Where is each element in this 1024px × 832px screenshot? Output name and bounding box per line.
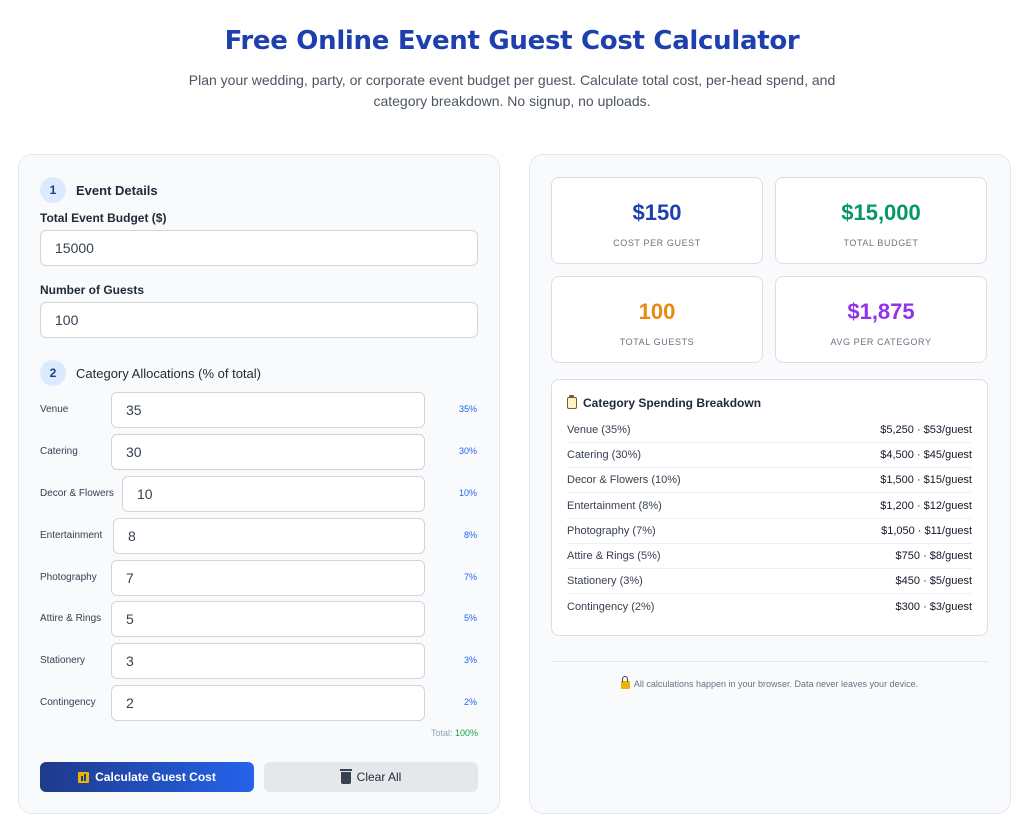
breakdown-row-amount: $1,500 · $15/guest [880, 474, 972, 486]
breakdown-row-amount: $1,050 · $11/guest [881, 525, 972, 537]
breakdown-row-name: Decor & Flowers (10%) [567, 474, 681, 486]
step-2-label: Category Allocations (% of total) [76, 366, 261, 381]
breakdown-row-amount: $750 · $8/guest [895, 550, 972, 562]
clipboard-icon [567, 395, 577, 409]
calculate-button[interactable]: Calculate Guest Cost [40, 762, 254, 792]
breakdown-row-name: Stationery (3%) [567, 575, 643, 587]
clear-all-button[interactable]: Clear All [264, 762, 478, 792]
category-label-decor: Decor & Flowers [40, 488, 114, 499]
budget-label: Total Event Budget ($) [40, 211, 167, 225]
category-label-catering: Catering [40, 446, 78, 457]
category-input-photography[interactable]: 7 [111, 560, 425, 596]
total-budget-card: $15,000 TOTAL BUDGET [775, 177, 987, 264]
guests-label: Number of Guests [40, 283, 145, 297]
category-label-stationery: Stationery [40, 655, 86, 666]
category-label-attire: Attire & Rings [40, 613, 102, 624]
category-label-contingency: Contingency [40, 697, 96, 708]
breakdown-row-amount: $450 · $5/guest [895, 575, 972, 587]
avg-per-category-card: $1,875 AVG PER CATEGORY [775, 276, 987, 363]
allocation-total: Total: 100% [378, 728, 478, 738]
total-guests-card: 100 TOTAL GUESTS [551, 276, 763, 363]
category-pct-entertainment: 8% [463, 530, 477, 540]
category-pct-stationery: 3% [463, 655, 477, 665]
category-input-decor[interactable]: 10 [122, 476, 425, 512]
breakdown-row-name: Attire & Rings (5%) [567, 550, 661, 562]
cost-per-guest-card: $150 COST PER GUEST [551, 177, 763, 264]
breakdown-row: Catering (30%) $4,500 · $45/guest [567, 443, 972, 468]
category-pct-catering: 30% [458, 446, 477, 456]
total-budget-value: $15,000 [841, 200, 921, 225]
breakdown-row: Attire & Rings (5%) $750 · $8/guest [567, 544, 972, 569]
bar-chart-icon [78, 771, 90, 783]
budget-input[interactable]: 15000 [40, 230, 478, 266]
calculate-button-label: Calculate Guest Cost [95, 770, 216, 784]
breakdown-row-amount: $1,200 · $12/guest [880, 500, 972, 512]
category-label-entertainment: Entertainment [40, 530, 103, 541]
total-guests-label: TOTAL GUESTS [619, 337, 695, 347]
category-label-photography: Photography [40, 572, 97, 583]
allocation-total-prefix: Total: [430, 728, 453, 738]
avg-per-category-label: AVG PER CATEGORY [830, 337, 932, 347]
breakdown-row-name: Photography (7%) [567, 525, 656, 537]
breakdown-row: Contingency (2%) $300 · $3/guest [567, 594, 972, 619]
cost-per-guest-label: COST PER GUEST [613, 238, 701, 248]
step-2-badge: 2 [40, 360, 66, 386]
category-pct-photography: 7% [463, 572, 477, 582]
clear-all-button-label: Clear All [356, 770, 402, 784]
category-pct-attire: 5% [463, 613, 477, 623]
step-1-label: Event Details [76, 183, 158, 198]
category-pct-contingency: 2% [463, 697, 477, 707]
total-guests-value: 100 [638, 299, 676, 324]
breakdown-title: Category Spending Breakdown [567, 395, 762, 410]
privacy-note-text: All calculations happen in your browser.… [633, 678, 919, 689]
lock-icon [620, 676, 630, 689]
category-input-stationery[interactable]: 3 [111, 643, 425, 679]
trash-icon [339, 769, 352, 784]
category-label-venue: Venue [40, 404, 69, 415]
category-input-catering[interactable]: 30 [111, 434, 425, 470]
category-pct-venue: 35% [458, 404, 477, 414]
category-breakdown-card: Category Spending Breakdown Venue (35%) … [551, 379, 988, 636]
breakdown-title-text: Category Spending Breakdown [583, 396, 762, 410]
page-title: Free Online Event Guest Cost Calculator [224, 26, 800, 56]
breakdown-row-name: Catering (30%) [567, 449, 641, 461]
breakdown-row-amount: $300 · $3/guest [895, 600, 972, 613]
guests-input[interactable]: 100 [40, 302, 478, 338]
category-input-venue[interactable]: 35 [111, 392, 425, 428]
cost-per-guest-value: $150 [632, 200, 682, 225]
category-pct-decor: 10% [458, 488, 477, 498]
total-budget-label: TOTAL BUDGET [843, 238, 919, 248]
breakdown-row: Decor & Flowers (10%) $1,500 · $15/guest [567, 468, 972, 493]
results-divider [551, 661, 988, 662]
avg-per-category-value: $1,875 [847, 299, 915, 324]
category-input-contingency[interactable]: 2 [111, 685, 425, 721]
breakdown-row-amount: $5,250 · $53/guest [880, 424, 972, 436]
breakdown-row-amount: $4,500 · $45/guest [880, 449, 972, 461]
category-input-entertainment[interactable]: 8 [113, 518, 425, 554]
breakdown-row: Entertainment (8%) $1,200 · $12/guest [567, 494, 972, 519]
breakdown-row-name: Venue (35%) [567, 424, 631, 436]
breakdown-row-name: Contingency (2%) [567, 600, 655, 613]
allocation-total-value: 100% [454, 728, 478, 738]
page-subtitle: Plan your wedding, party, or corporate e… [188, 72, 836, 109]
breakdown-row: Stationery (3%) $450 · $5/guest [567, 569, 972, 594]
breakdown-row: Venue (35%) $5,250 · $53/guest [567, 418, 972, 443]
privacy-note: All calculations happen in your browser.… [551, 676, 988, 689]
step-1-badge: 1 [40, 177, 66, 203]
category-input-attire[interactable]: 5 [111, 601, 425, 637]
breakdown-row-name: Entertainment (8%) [567, 500, 662, 512]
breakdown-row: Photography (7%) $1,050 · $11/guest [567, 519, 972, 544]
